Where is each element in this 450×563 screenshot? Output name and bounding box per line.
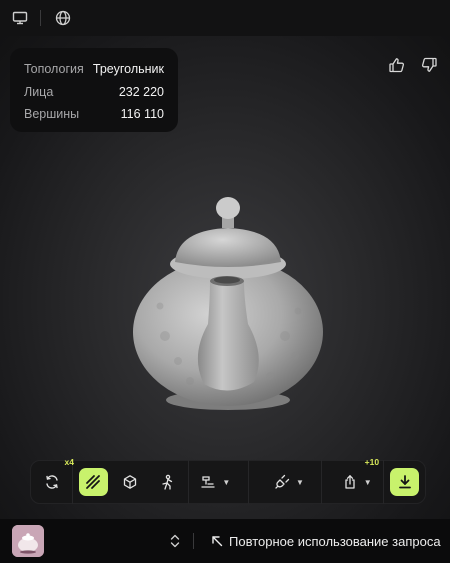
info-row-vertices: Вершины 116 110 (24, 103, 164, 126)
teapot-model[interactable] (120, 186, 330, 416)
regenerate-button[interactable]: x4 (37, 457, 74, 496)
vertices-value: 116 110 (120, 107, 164, 122)
topology-value: Треугольник (92, 62, 164, 77)
generation-thumbnail[interactable] (12, 525, 44, 557)
toolbar-divider (187, 460, 189, 504)
mesh-view-button[interactable] (116, 468, 145, 496)
cube-wireframe-icon (124, 475, 137, 489)
top-bar-divider (40, 10, 41, 26)
toolbar-divider (247, 460, 249, 504)
download-icon (398, 475, 411, 489)
thumbs-up-icon[interactable] (388, 56, 406, 74)
vertices-label: Вершины (24, 107, 80, 122)
mesh-info-card: Топология Треугольник Лица 232 220 Верши… (10, 48, 178, 132)
faces-value: 232 220 (118, 84, 164, 99)
download-button[interactable] (390, 468, 420, 496)
info-row-faces: Лица 232 220 (24, 81, 164, 104)
model-viewport[interactable]: Топология Треугольник Лица 232 220 Верши… (0, 36, 450, 519)
chevron-down-icon: ▼ (296, 477, 304, 487)
refresh-icon (45, 475, 58, 489)
plug-icon (275, 474, 290, 489)
regenerate-badge: x4 (64, 457, 74, 467)
lighting-icon (201, 476, 215, 488)
expand-collapse-icon[interactable] (168, 533, 182, 549)
desktop-icon[interactable] (10, 8, 30, 28)
skeleton-rig-icon (162, 474, 173, 490)
texture-mode-button[interactable] (78, 468, 108, 496)
rig-button[interactable] (153, 468, 182, 496)
faces-label: Лица (24, 84, 54, 99)
arrow-up-left-icon (212, 536, 223, 547)
chevron-down-icon: ▼ (363, 477, 372, 487)
bottom-bar-divider (193, 533, 194, 549)
share-icon (345, 475, 355, 489)
reuse-prompt-button[interactable]: Повторное использование запроса (211, 531, 441, 551)
top-bar (0, 0, 450, 36)
topology-label: Топология (24, 62, 84, 77)
reuse-prompt-label: Повторное использование запроса (229, 533, 441, 549)
material-dropdown[interactable]: ▼ (271, 468, 308, 496)
hatch-texture-icon (86, 475, 101, 489)
thumbs-down-icon[interactable] (420, 56, 438, 74)
bottom-bar: Повторное использование запроса (0, 519, 450, 563)
globe-icon[interactable] (53, 8, 73, 28)
viewer-toolbar: x4 ▼ ▼ +10 ▼ (30, 457, 426, 504)
feedback-buttons (388, 56, 438, 74)
toolbar-divider (383, 460, 385, 504)
lighting-dropdown[interactable]: ▼ (197, 468, 234, 496)
share-dropdown[interactable]: +10 ▼ (338, 457, 379, 496)
toolbar-divider (321, 460, 323, 504)
chevron-down-icon: ▼ (222, 477, 231, 487)
info-row-topology: Топология Треугольник (24, 58, 164, 81)
share-badge: +10 (364, 457, 380, 467)
